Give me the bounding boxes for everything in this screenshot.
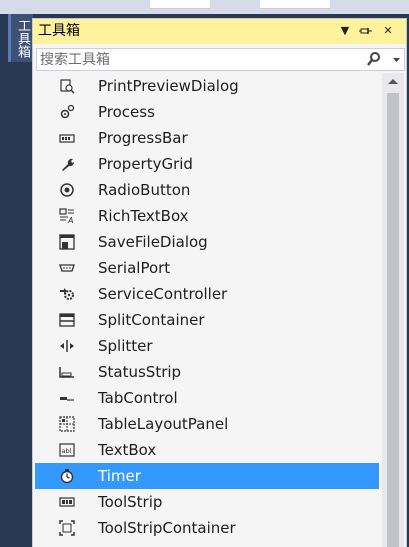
toolbox-item-label: PropertyGrid: [98, 155, 193, 173]
tab-control-icon: [59, 390, 75, 406]
toolstrip-container-icon: [59, 520, 75, 536]
toolbox-title-bar: 工具箱 ▼ ✕: [33, 19, 406, 44]
search-input[interactable]: [37, 49, 360, 70]
toolbox-item-label: ServiceController: [98, 285, 228, 303]
toolbox-window: 工具箱 ▼ ✕ PrintPreviewDialogProcessProgre: [32, 18, 407, 547]
toolbox-title: 工具箱: [38, 23, 80, 39]
toolbox-item-label: ToolStrip: [98, 493, 163, 511]
print-preview-icon: [59, 78, 75, 94]
toolbox-item-label: RadioButton: [98, 181, 191, 199]
toolbox-item[interactable]: PrintPreviewDialog: [35, 73, 379, 99]
svg-text:A: A: [67, 216, 73, 224]
toolbox-item-label: PrintPreviewDialog: [98, 77, 239, 95]
toolbox-item[interactable]: TabControl: [35, 385, 379, 411]
toolbox-item[interactable]: ServiceController: [35, 281, 379, 307]
toolbox-item[interactable]: ToolStrip: [35, 489, 379, 515]
wrench-icon: [59, 156, 75, 172]
timer-icon: [59, 468, 75, 484]
window-menu-button[interactable]: ▼: [338, 23, 352, 39]
status-strip-icon: [59, 364, 75, 380]
search-box: [36, 48, 405, 71]
close-button[interactable]: ✕: [381, 23, 395, 39]
vertical-scrollbar[interactable]: [382, 73, 404, 547]
toolbox-item[interactable]: ProgressBar: [35, 125, 379, 151]
pin-icon: [359, 28, 372, 34]
toolbox-item[interactable]: Splitter: [35, 333, 379, 359]
toolbox-item[interactable]: A RichTextBox: [35, 203, 379, 229]
toolbox-item-label: ProgressBar: [98, 129, 188, 147]
save-dialog-icon: [59, 234, 75, 250]
scrollbar-thumb[interactable]: [387, 93, 399, 547]
toolbox-item-label: TabControl: [98, 389, 178, 407]
search-button[interactable]: [363, 50, 389, 69]
background-tab: [150, 0, 210, 9]
toolbox-item[interactable]: Timer: [35, 463, 379, 489]
toolbox-item[interactable]: StatusStrip: [35, 359, 379, 385]
toolbox-item-label: Process: [98, 103, 155, 121]
toolbox-item-label: SaveFileDialog: [98, 233, 208, 251]
background-tab-strip: [0, 0, 409, 14]
toolbox-item-list: PrintPreviewDialog Process ProgressBar Prop…: [33, 73, 379, 547]
toolbox-item[interactable]: ToolStripContainer: [35, 515, 379, 541]
radio-button-icon: [59, 182, 75, 198]
toolbox-item[interactable]: RadioButton: [35, 177, 379, 203]
search-icon: [367, 52, 380, 66]
toolbox-item-label: Timer: [98, 467, 141, 485]
toolbox-item-label: TableLayoutPanel: [98, 415, 229, 433]
toolbox-item[interactable]: Process: [35, 99, 379, 125]
toolbox-item-label: RichTextBox: [98, 207, 189, 225]
toolbox-item-label: SerialPort: [98, 259, 171, 277]
serial-port-icon: [59, 260, 75, 276]
process-icon: [59, 104, 75, 120]
toolbox-item-label: StatusStrip: [98, 363, 182, 381]
toolbox-item-label: TextBox: [98, 441, 157, 459]
table-layout-icon: [59, 416, 75, 432]
toolbox-item-label: ToolStripContainer: [98, 519, 236, 537]
service-controller-icon: [59, 286, 75, 302]
search-options-dropdown[interactable]: [390, 50, 403, 69]
side-tab-toolbox[interactable]: 工具箱: [8, 14, 33, 62]
progressbar-icon: [59, 130, 75, 146]
toolbox-item[interactable]: PropertyGrid: [35, 151, 379, 177]
chevron-down-icon: [393, 58, 400, 62]
toolbox-item[interactable]: abl TextBox: [35, 437, 379, 463]
toolbox-item[interactable]: SplitContainer: [35, 307, 379, 333]
rich-textbox-icon: A: [59, 208, 75, 225]
toolbox-item-label: SplitContainer: [98, 311, 205, 329]
toolbox-item[interactable]: TableLayoutPanel: [35, 411, 379, 437]
scroll-up-arrow-icon[interactable]: [388, 79, 398, 84]
splitter-icon: [59, 338, 75, 354]
toolstrip-icon: [59, 494, 75, 510]
split-container-icon: [59, 312, 75, 328]
textbox-icon: abl: [59, 442, 75, 458]
pin-button[interactable]: [359, 23, 373, 39]
background-tab: [260, 0, 330, 9]
toolbox-item-label: Splitter: [98, 337, 153, 355]
toolbox-item[interactable]: SerialPort: [35, 255, 379, 281]
svg-text:abl: abl: [62, 447, 72, 455]
toolbox-item[interactable]: SaveFileDialog: [35, 229, 379, 255]
